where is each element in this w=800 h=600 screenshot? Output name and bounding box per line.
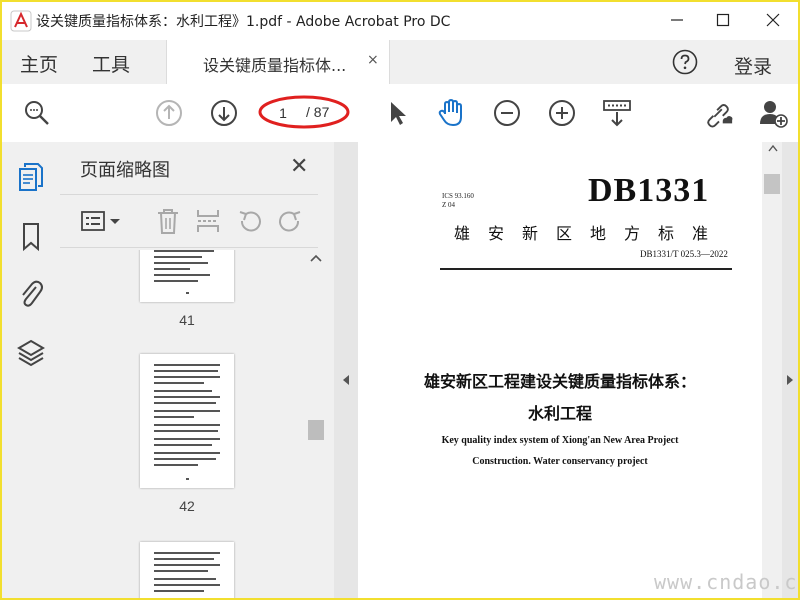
panel-title: 页面缩略图: [80, 160, 170, 181]
page-thumbnails-icon[interactable]: [16, 162, 46, 192]
share-link-icon[interactable]: [704, 98, 734, 128]
next-page-icon[interactable]: [209, 98, 239, 128]
page-navigator: / 87: [264, 100, 344, 126]
bookmark-icon[interactable]: [16, 222, 46, 252]
attachment-icon[interactable]: [16, 278, 46, 308]
thumbnail-scrollbar[interactable]: [306, 250, 324, 598]
english-subtitle: Construction. Water conservancy project: [472, 456, 648, 467]
options-menu-icon[interactable]: [80, 207, 122, 235]
watermark: www.cndao.com: [654, 570, 798, 594]
document-tab-label: 设关键质量指标体...: [203, 56, 347, 75]
window-title: 设关键质量指标体系：水利工程》1.pdf - Adobe Acrobat Pro…: [36, 14, 451, 30]
thumbnail-page[interactable]: [140, 542, 234, 598]
minimize-button[interactable]: [654, 2, 700, 38]
menu-bar: 主页 工具 设关键质量指标体... × 登录: [2, 40, 798, 85]
zoom-in-icon[interactable]: [547, 98, 577, 128]
doc-scrollbar-thumb[interactable]: [764, 174, 780, 194]
document-title: 雄安新区工程建设关键质量指标体系：: [423, 372, 696, 391]
extract-page-icon[interactable]: [194, 207, 222, 235]
thumbnail-list: 41 42: [60, 250, 306, 598]
login-button[interactable]: 登录: [734, 52, 772, 79]
add-user-icon[interactable]: [758, 98, 788, 128]
delete-page-icon[interactable]: [154, 207, 182, 235]
expand-right-panel-icon[interactable]: [786, 374, 794, 386]
standard-code: DB1331/T 025.3—2022: [640, 249, 728, 259]
close-panel-button[interactable]: ✕: [290, 154, 308, 179]
close-window-button[interactable]: [750, 2, 796, 38]
pdf-page: ICS 93.160 Z 04 DB1331 雄安新区地方标准 DB1331/T…: [358, 142, 762, 598]
document-scrollbar[interactable]: [762, 142, 782, 598]
hand-tool-icon[interactable]: [436, 98, 466, 128]
layers-icon[interactable]: [16, 338, 46, 368]
page-total: / 87: [306, 104, 330, 120]
document-viewer: ICS 93.160 Z 04 DB1331 雄安新区地方标准 DB1331/T…: [334, 142, 798, 598]
doc-scroll-up-icon[interactable]: [768, 144, 778, 152]
ics-code: ICS 93.160 Z 04: [442, 192, 474, 209]
close-tab-button[interactable]: ×: [367, 52, 379, 68]
thumbnail-page[interactable]: [140, 250, 234, 302]
standard-name: 雄安新区地方标准: [454, 224, 727, 243]
thumbnails-panel: 页面缩略图 ✕ 41 42: [60, 142, 335, 598]
thumbnail-label: 41: [179, 312, 195, 328]
previous-page-icon[interactable]: [154, 98, 184, 128]
page-display-icon[interactable]: [602, 98, 632, 128]
header-rule: [440, 268, 732, 270]
page-number-input[interactable]: [270, 102, 296, 124]
thumbnail-page[interactable]: [140, 354, 234, 488]
scrollbar-thumb[interactable]: [308, 420, 324, 440]
search-zoom-icon[interactable]: [22, 98, 52, 128]
maximize-button[interactable]: [700, 2, 746, 38]
english-title: Key quality index system of Xiong'an New…: [441, 435, 679, 446]
acrobat-app-icon: [10, 10, 32, 32]
app-window: 设关键质量指标体系：水利工程》1.pdf - Adobe Acrobat Pro…: [0, 0, 800, 600]
thumbnail-label: 42: [179, 498, 195, 514]
scroll-up-arrow-icon[interactable]: [310, 254, 322, 262]
menu-home[interactable]: 主页: [20, 50, 58, 77]
help-icon[interactable]: [672, 49, 698, 75]
rotate-left-icon[interactable]: [236, 207, 264, 235]
document-tab[interactable]: 设关键质量指标体... ×: [166, 40, 390, 84]
panel-toolbar: [60, 194, 318, 248]
standard-number: DB1331: [588, 172, 710, 209]
toolbar: / 87: [2, 84, 798, 143]
document-subtitle: 水利工程: [527, 404, 592, 423]
select-cursor-icon[interactable]: [382, 98, 412, 128]
left-rail: [2, 142, 61, 598]
rotate-right-icon[interactable]: [276, 207, 304, 235]
collapse-left-panel-icon[interactable]: [342, 374, 350, 386]
menu-tools[interactable]: 工具: [92, 50, 130, 77]
zoom-out-icon[interactable]: [492, 98, 522, 128]
title-bar: 设关键质量指标体系：水利工程》1.pdf - Adobe Acrobat Pro…: [2, 2, 798, 40]
